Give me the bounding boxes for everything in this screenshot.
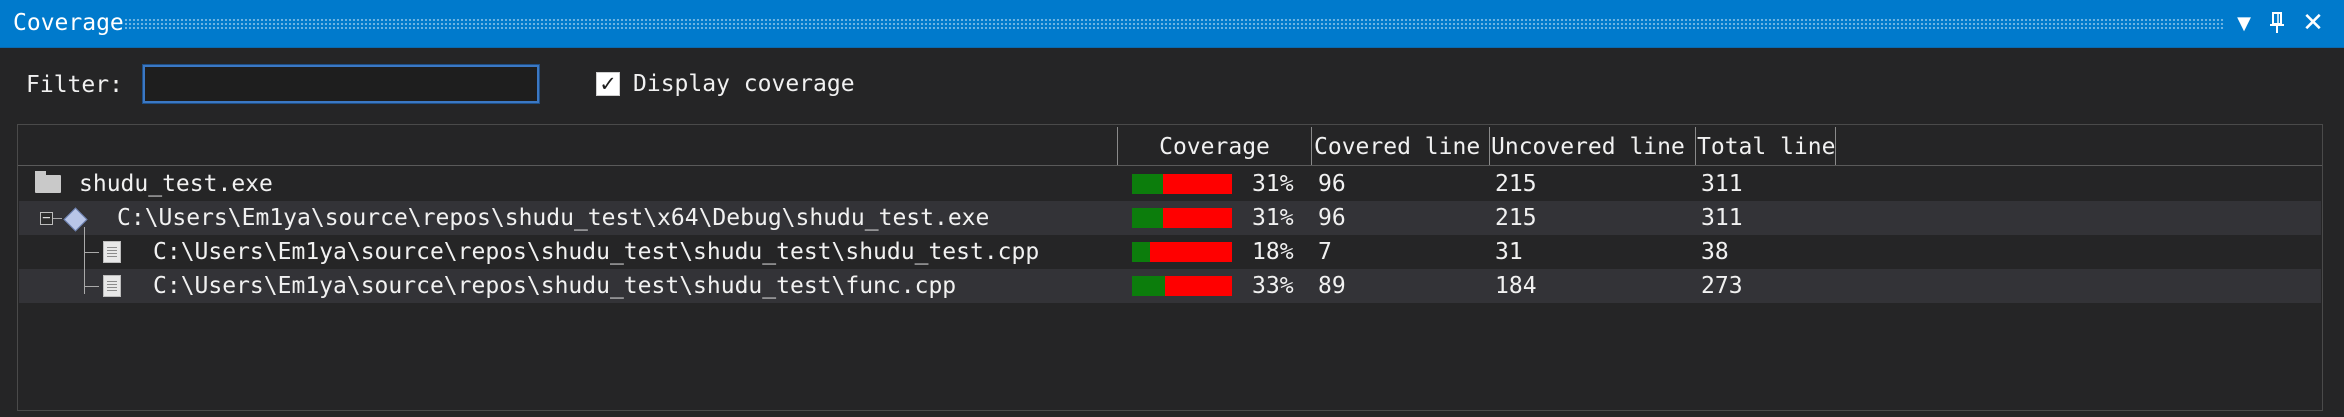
titlebar-grip (124, 18, 2224, 29)
row-name: shudu_test.exe (79, 171, 273, 197)
table-row[interactable]: − C:\Users\Em1ya\source\repos\shudu_test… (19, 201, 2321, 235)
total-lines: 273 (1701, 273, 1743, 299)
uncovered-lines: 215 (1495, 171, 1537, 197)
column-separator[interactable] (1489, 127, 1490, 165)
table-row[interactable]: C:\Users\Em1ya\source\repos\shudu_test\s… (19, 269, 2321, 303)
covered-lines: 89 (1318, 273, 1346, 299)
column-header-covered-line[interactable]: Covered line (1314, 127, 1489, 165)
coverage-bar (1132, 174, 1232, 194)
covered-lines: 7 (1318, 239, 1332, 265)
coverage-bar (1132, 276, 1232, 296)
tool-window-titlebar[interactable]: Coverage ▼ ✕ (0, 0, 2344, 48)
tree-line (84, 252, 99, 253)
total-lines: 311 (1701, 205, 1743, 231)
pin-icon[interactable] (2262, 8, 2292, 38)
source-file-icon (103, 241, 121, 263)
uncovered-lines: 184 (1495, 273, 1537, 299)
uncovered-lines: 31 (1495, 239, 1523, 265)
column-separator[interactable] (1695, 127, 1696, 165)
column-header-coverage[interactable]: Coverage (1118, 127, 1311, 165)
tree-line (53, 218, 62, 219)
dropdown-arrow-icon[interactable]: ▼ (2229, 8, 2259, 38)
coverage-percent: 33% (1252, 273, 1294, 299)
table-header: Coverage Covered line Uncovered line Tot… (18, 127, 2322, 166)
column-separator[interactable] (1835, 127, 1836, 165)
total-lines: 311 (1701, 171, 1743, 197)
coverage-bar (1132, 208, 1232, 228)
covered-lines: 96 (1318, 205, 1346, 231)
total-lines: 38 (1701, 239, 1729, 265)
filter-label: Filter: (26, 72, 123, 98)
coverage-table: Coverage Covered line Uncovered line Tot… (17, 124, 2323, 411)
coverage-percent: 31% (1252, 205, 1294, 231)
display-coverage-label[interactable]: Display coverage (633, 68, 855, 100)
column-header-uncovered-line[interactable]: Uncovered line (1491, 127, 1695, 165)
coverage-percent: 18% (1252, 239, 1294, 265)
row-name: C:\Users\Em1ya\source\repos\shudu_test\x… (117, 205, 990, 231)
coverage-percent: 31% (1252, 171, 1294, 197)
covered-lines: 96 (1318, 171, 1346, 197)
coverage-bar (1132, 242, 1232, 262)
row-name: C:\Users\Em1ya\source\repos\shudu_test\s… (153, 239, 1040, 265)
tree-line (84, 227, 85, 294)
display-coverage-checkbox[interactable]: ✓ (596, 72, 620, 96)
uncovered-lines: 215 (1495, 205, 1537, 231)
folder-icon (35, 171, 61, 193)
table-row[interactable]: shudu_test.exe 31% 96 215 311 (19, 167, 2321, 201)
table-row[interactable]: C:\Users\Em1ya\source\repos\shudu_test\s… (19, 235, 2321, 269)
window-title: Coverage (13, 10, 124, 36)
row-name: C:\Users\Em1ya\source\repos\shudu_test\s… (153, 273, 957, 299)
collapse-icon[interactable]: − (40, 211, 53, 225)
column-separator[interactable] (1311, 127, 1312, 165)
source-file-icon (103, 275, 121, 297)
close-icon[interactable]: ✕ (2298, 8, 2328, 38)
filter-input[interactable] (142, 64, 540, 104)
tree-line (84, 286, 99, 287)
column-header-total-line[interactable]: Total line (1697, 127, 1847, 165)
